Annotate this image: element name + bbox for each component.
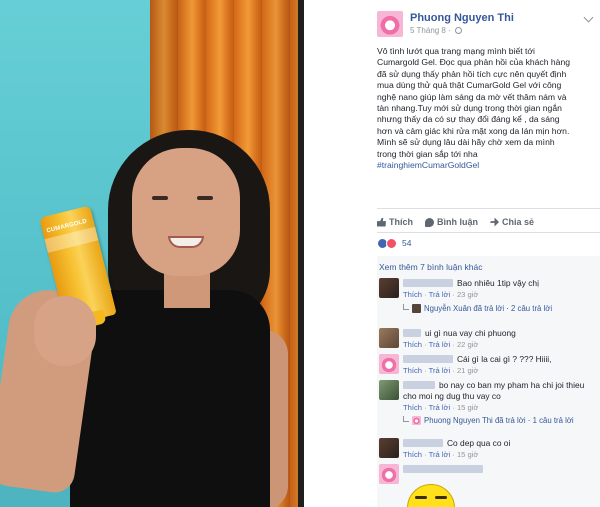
reply-by: Phuong Nguyen Thi đã trả lời: [424, 416, 526, 425]
share-icon: [490, 217, 499, 227]
reply-arrow-icon: [403, 304, 409, 310]
commenter-avatar[interactable]: [379, 438, 399, 458]
comment-meta: Thích · Trả lời · 15 giờ: [403, 403, 479, 412]
comment-label: Bình luận: [437, 217, 478, 227]
comment-like-link[interactable]: Thích: [403, 403, 422, 412]
post-text-line: nhưng thấy da có sự thay đổi đáng kể , d…: [377, 114, 560, 125]
reply-summary[interactable]: Nguyễn Xuân đã trả lời · 2 câu trả lời: [403, 304, 552, 313]
commenter-avatar[interactable]: [379, 278, 399, 298]
post-header: Phuong Nguyen Thi 5 Tháng 8 ·: [304, 0, 600, 40]
comment-like-link[interactable]: Thích: [403, 340, 422, 349]
post-text-line: Vô tình lướt qua trang mạng mình biết tớ…: [377, 46, 535, 56]
post-text-line: hơn và cảm giác khi rửa mặt xong da lán …: [377, 125, 570, 136]
thumbs-up-icon: [377, 217, 386, 227]
post-hashtag[interactable]: #trainghiemCumarGoldGel: [377, 160, 595, 171]
comment-text: Bao nhiêu 1tip vậy chị: [457, 278, 539, 288]
person-face: [132, 148, 240, 276]
person-eye-right: [197, 196, 213, 200]
commenter-name-redacted[interactable]: [403, 381, 435, 389]
commenter-avatar[interactable]: [379, 380, 399, 400]
comment-time: 15 giờ: [456, 403, 479, 412]
commenter-name-redacted[interactable]: [403, 355, 453, 363]
sticker-eye: [415, 496, 427, 499]
comment-reply-link[interactable]: Trả lời: [429, 290, 451, 299]
comment-button[interactable]: Bình luận: [425, 217, 478, 227]
divider: [377, 208, 600, 209]
person-eye-left: [152, 196, 168, 200]
post-text-line: mua dùng thử quả thật CumarGold Gel với …: [377, 80, 562, 91]
commenter-name-redacted[interactable]: [403, 439, 443, 447]
post-panel: Phuong Nguyen Thi 5 Tháng 8 · Vô tình lư…: [304, 0, 600, 507]
reply-count: 1 câu trả lời: [532, 416, 574, 425]
comment-text: Cái gì la cai gì ? ??? Hiiii,: [457, 354, 552, 364]
post-text-line: nghệ nano giúp làm sáng da mờ vết thâm n…: [377, 91, 567, 102]
sticker-head: [407, 484, 455, 507]
comment-meta: Thích · Trả lời · 23 giờ: [403, 290, 479, 299]
comment-icon: [425, 217, 434, 227]
comment-text-continued: cho moi ng dug thu vay co: [403, 391, 501, 401]
post-text-line: trong thời gian sắp tới nha: [377, 148, 478, 159]
commenter-name-redacted[interactable]: [403, 329, 421, 337]
author-avatar[interactable]: [377, 11, 403, 37]
commenter-avatar[interactable]: [379, 354, 399, 374]
comment-reply-link[interactable]: Trả lời: [429, 340, 451, 349]
commenter-name-redacted[interactable]: [403, 465, 483, 473]
comment-meta: Thích · Trả lời · 15 giờ: [403, 450, 479, 459]
love-reaction-icon: [386, 237, 397, 249]
author-name[interactable]: Phuong Nguyen Thi: [410, 12, 514, 24]
globe-icon: [455, 27, 463, 34]
comment-like-link[interactable]: Thích: [403, 290, 422, 299]
reply-summary[interactable]: Phuong Nguyen Thi đã trả lời · 1 câu trả…: [403, 416, 574, 425]
comment-meta: Thích · Trả lời · 21 giờ: [403, 366, 479, 375]
reaction-summary[interactable]: 54: [377, 236, 411, 250]
post-date[interactable]: 5 Tháng 8 ·: [410, 26, 463, 35]
post-body: Vô tình lướt qua trang mạng mình biết tớ…: [377, 46, 595, 171]
sticker-eye: [435, 496, 447, 499]
comment-reply-link[interactable]: Trả lời: [429, 403, 451, 412]
reply-by: Nguyễn Xuân đã trả lời: [424, 304, 505, 313]
comments-section: Xem thêm 7 bình luận khác Bao nhiêu 1tip…: [377, 256, 600, 507]
reaction-count: 54: [402, 238, 412, 248]
comment-text: Co dep qua co oi: [447, 438, 511, 448]
comment-text: bo nay co ban my pham ha chi joi thieu: [439, 380, 585, 390]
comment-reply-link[interactable]: Trả lời: [429, 450, 451, 459]
reply-count: 2 câu trả lời: [511, 304, 553, 313]
commenter-avatar[interactable]: [379, 328, 399, 348]
post-photo[interactable]: CUMARGOLD: [0, 0, 304, 507]
comment-time: 15 giờ: [456, 450, 479, 459]
comment-reply-link[interactable]: Trả lời: [429, 366, 451, 375]
comment-meta: Thích · Trả lời · 22 giờ: [403, 340, 479, 349]
like-button[interactable]: Thích: [377, 217, 413, 227]
comment-time: 21 giờ: [456, 366, 479, 375]
post-text-line: Mình sẽ sử dụng lâu dài hãy chờ xem da m…: [377, 137, 555, 148]
post-date-text: 5 Tháng 8 ·: [410, 26, 451, 35]
commenter-name-redacted[interactable]: [403, 279, 453, 287]
post-text-line: đã sử dụng thấy phản hồi tích cực nên qu…: [377, 68, 567, 79]
share-label: Chia sẻ: [502, 217, 535, 227]
comment-like-link[interactable]: Thích: [403, 450, 422, 459]
post-text-line: tàn nhang.Tuy mới sử dụng trong thời gia…: [377, 103, 562, 114]
like-label: Thích: [389, 217, 413, 227]
replier-avatar: [412, 416, 421, 425]
comment-time: 23 giờ: [456, 290, 479, 299]
person-hand: [34, 296, 96, 366]
replier-avatar: [412, 304, 421, 313]
chevron-down-icon[interactable]: [583, 12, 594, 23]
commenter-avatar[interactable]: [379, 464, 399, 484]
sticker-emoji: [407, 484, 455, 507]
reply-arrow-icon: [403, 416, 409, 422]
divider: [377, 232, 600, 233]
share-button[interactable]: Chia sẻ: [490, 217, 534, 227]
comment-text: ui gì nua vay chi phuong: [425, 328, 516, 338]
post-text-line: Cumargold Gel. Đọc qua phản hồi của khác…: [377, 57, 571, 68]
view-more-comments-link[interactable]: Xem thêm 7 bình luận khác: [379, 262, 482, 272]
post-actions: Thích Bình luận Chia sẻ: [377, 214, 600, 230]
comment-like-link[interactable]: Thích: [403, 366, 422, 375]
comment-time: 22 giờ: [456, 340, 479, 349]
